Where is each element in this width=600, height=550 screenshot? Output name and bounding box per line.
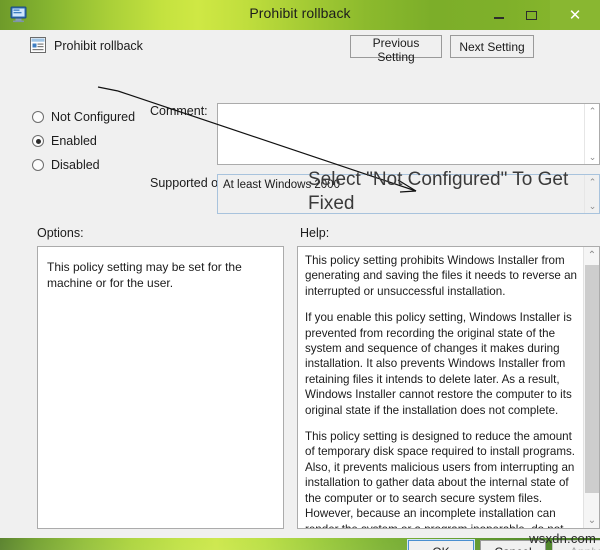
chevron-up-icon[interactable]: ⌃: [585, 175, 600, 189]
comment-textarea[interactable]: ⌃ ⌄: [217, 103, 600, 165]
close-button[interactable]: ✕: [550, 0, 600, 30]
radio-indicator-selected: [32, 135, 44, 147]
chevron-up-icon[interactable]: ⌃: [585, 104, 600, 118]
help-paragraph: This policy setting is designed to reduc…: [305, 430, 575, 529]
radio-label: Enabled: [51, 134, 97, 148]
title-bar: Prohibit rollback ✕: [0, 0, 600, 30]
help-panel-text: This policy setting prohibits Windows In…: [305, 253, 579, 529]
ok-button[interactable]: OK: [407, 539, 475, 550]
radio-not-configured[interactable]: Not Configured: [32, 110, 135, 124]
options-panel[interactable]: This policy setting may be set for the m…: [37, 246, 284, 529]
radio-indicator: [32, 159, 44, 171]
dialog-body: Prohibit rollback Previous Setting Next …: [24, 30, 600, 550]
radio-indicator: [32, 111, 44, 123]
comment-label: Comment:: [150, 104, 208, 118]
minimize-icon: [494, 17, 504, 19]
options-label: Options:: [37, 226, 84, 240]
watermark: wsxdn.com: [529, 531, 596, 546]
maximize-icon: [525, 10, 537, 20]
maximize-button[interactable]: [516, 0, 546, 30]
help-paragraph: This policy setting prohibits Windows In…: [305, 254, 577, 298]
chevron-down-icon[interactable]: ⌄: [585, 199, 600, 213]
previous-setting-button[interactable]: Previous Setting: [350, 35, 442, 64]
policy-setting-dialog: Prohibit rollback ✕ Prohibit rollback Pr…: [0, 0, 600, 550]
options-panel-text: This policy setting may be set for the m…: [47, 260, 242, 291]
close-icon: ✕: [568, 6, 582, 24]
help-scrollbar[interactable]: ⌃ ⌄: [583, 247, 599, 528]
setting-header-title: Prohibit rollback: [54, 39, 143, 53]
help-scrollbar-thumb[interactable]: [585, 265, 599, 493]
dialog-client-area: Prohibit rollback Previous Setting Next …: [0, 30, 600, 550]
next-setting-button[interactable]: Next Setting: [450, 35, 534, 58]
chevron-down-icon[interactable]: ⌄: [585, 150, 600, 164]
supported-on-value: At least Windows 2000: [223, 179, 340, 191]
setting-header: Prohibit rollback Previous Setting Next …: [24, 30, 600, 70]
radio-disabled[interactable]: Disabled: [32, 158, 100, 172]
radio-enabled[interactable]: Enabled: [32, 134, 97, 148]
minimize-button[interactable]: [484, 0, 514, 30]
comment-scrollbar[interactable]: ⌃ ⌄: [584, 104, 599, 164]
chevron-up-icon[interactable]: ⌃: [584, 247, 599, 263]
radio-label: Disabled: [51, 158, 100, 172]
desktop-background: Prohibit rollback ✕ Prohibit rollback Pr…: [0, 0, 600, 550]
supported-on-textarea[interactable]: At least Windows 2000 ⌃ ⌄: [217, 174, 600, 214]
policy-setting-icon: [30, 37, 46, 53]
help-panel: This policy setting prohibits Windows In…: [297, 246, 600, 529]
radio-label: Not Configured: [51, 110, 136, 124]
chevron-down-icon[interactable]: ⌄: [584, 512, 599, 528]
help-label: Help:: [300, 226, 330, 240]
help-paragraph: If you enable this policy setting, Windo…: [305, 311, 572, 417]
supported-on-scrollbar[interactable]: ⌃ ⌄: [584, 175, 599, 213]
